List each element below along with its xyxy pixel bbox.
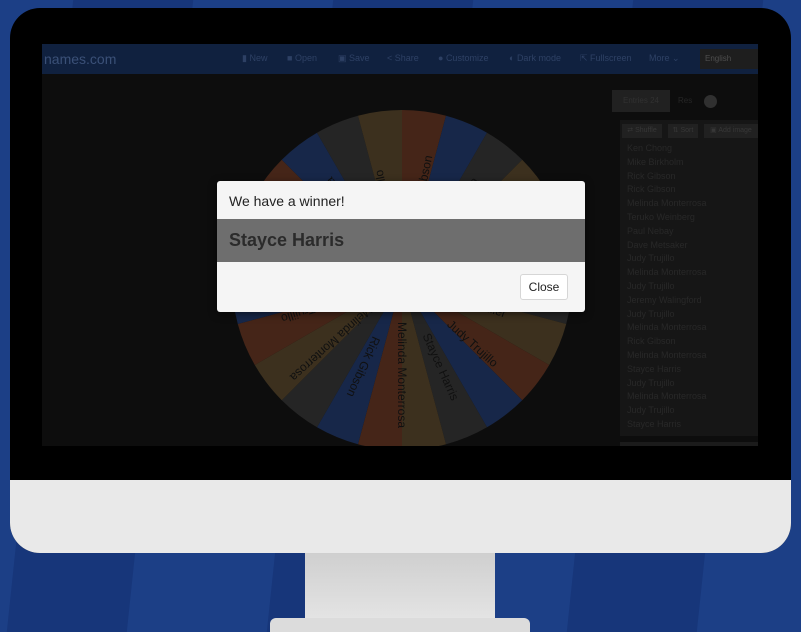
monitor-chin bbox=[10, 480, 791, 553]
dialog-title: We have a winner! bbox=[229, 193, 345, 209]
winner-band: Stayce Harris bbox=[217, 219, 585, 262]
winner-dialog: We have a winner! Stayce Harris Close bbox=[217, 181, 585, 312]
close-button[interactable]: Close bbox=[520, 274, 568, 300]
winner-name: Stayce Harris bbox=[229, 230, 345, 250]
monitor-stand-base bbox=[270, 618, 530, 632]
